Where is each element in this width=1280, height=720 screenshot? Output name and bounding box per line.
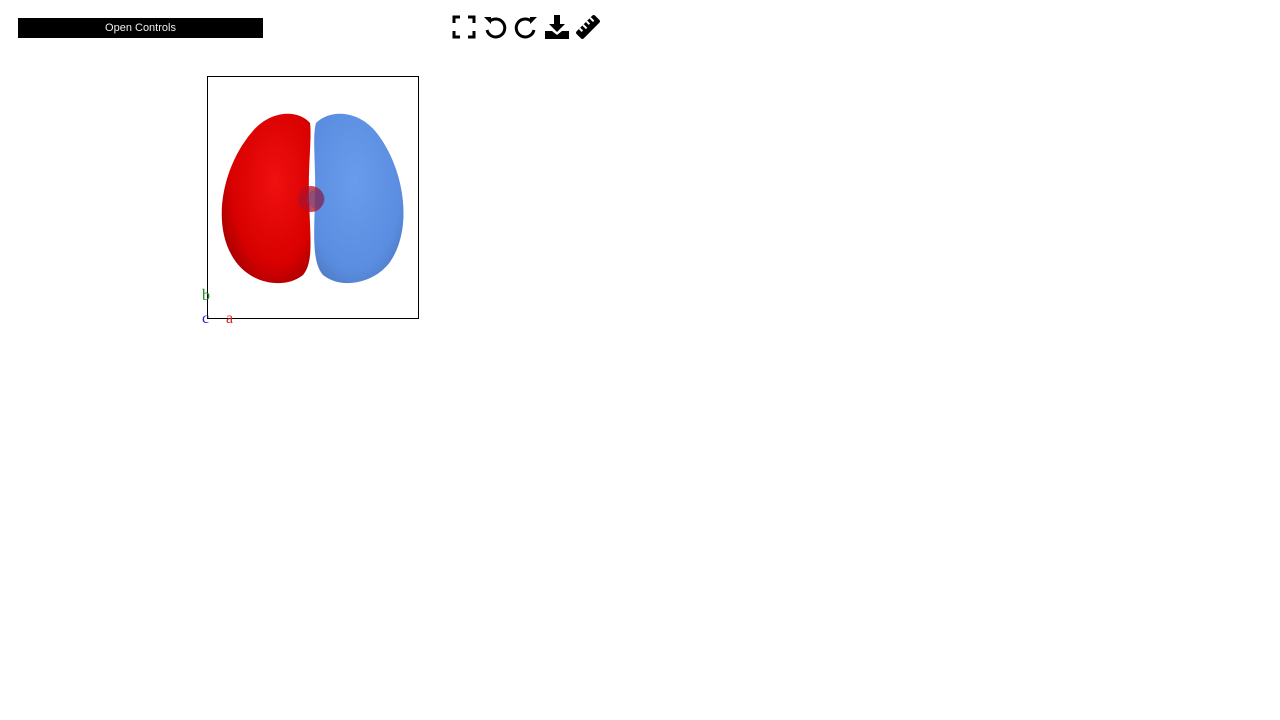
positive-lobe [314,113,404,284]
undo-button[interactable] [482,13,508,41]
negative-lobe [221,113,311,284]
axis-label-c: c [202,310,210,327]
undo-icon [484,17,507,39]
redo-button[interactable] [513,13,539,41]
open-controls-button[interactable]: Open Controls [18,18,263,38]
download-button[interactable] [544,13,570,41]
download-icon [545,15,569,39]
axis-label-b: b [202,287,210,304]
fullscreen-icon [452,15,476,39]
nucleus-shade [307,190,325,208]
orbital-canvas [221,113,404,284]
fullscreen-button[interactable] [451,13,477,41]
redo-icon [514,17,537,39]
ruler-button[interactable] [575,13,601,41]
orbital-viewer[interactable] [207,76,419,319]
axis-label-a: a [226,310,234,327]
viewer-toolbar [451,12,606,42]
ruler-icon [576,15,600,39]
